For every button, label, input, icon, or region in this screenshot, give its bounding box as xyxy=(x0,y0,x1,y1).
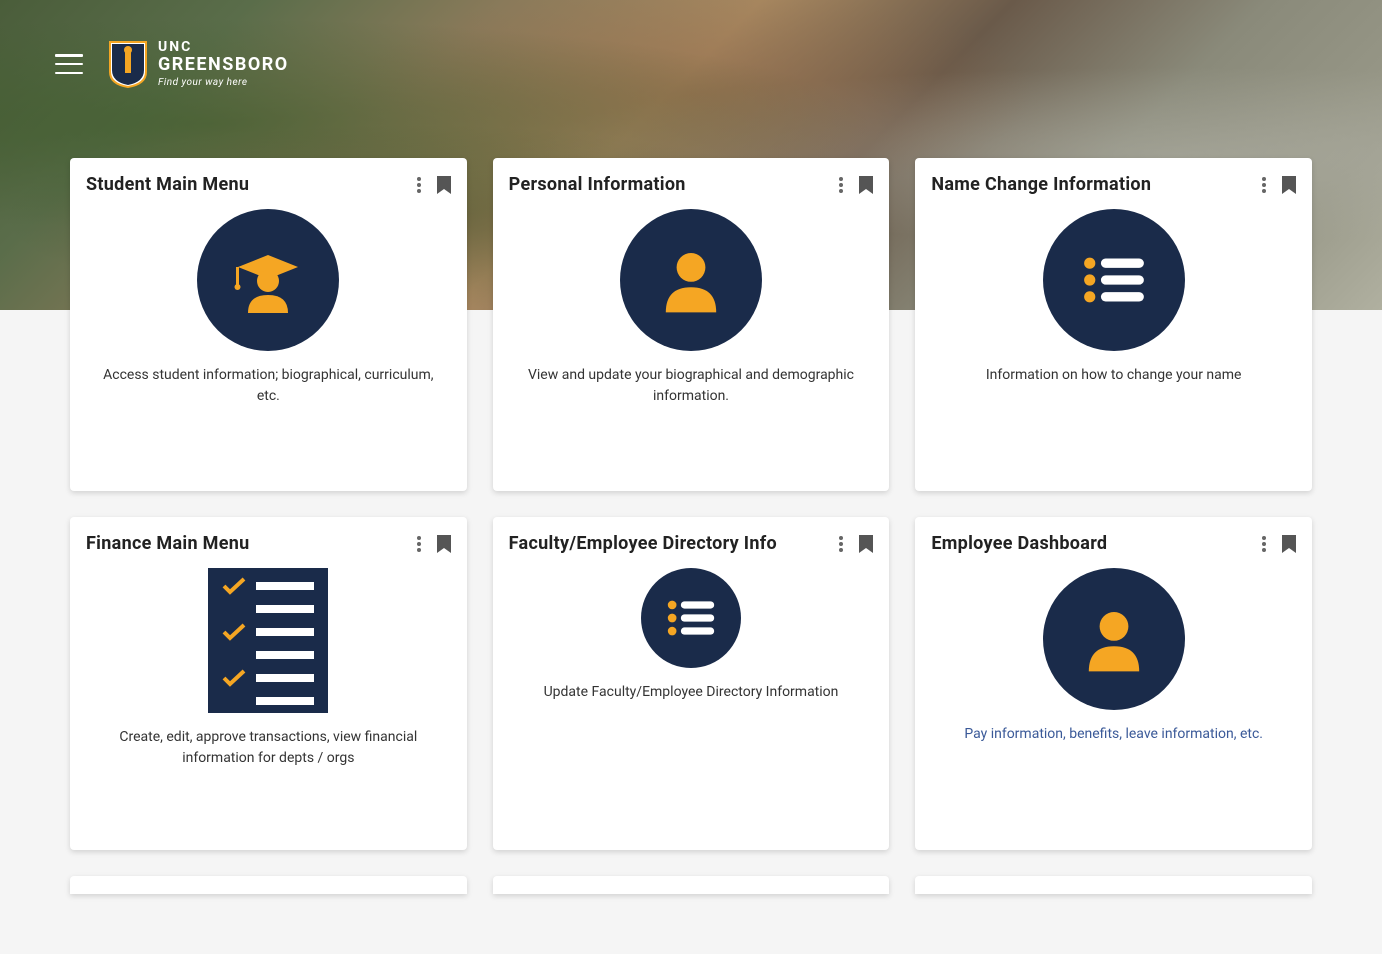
card-icon-wrap xyxy=(509,568,874,668)
bookmark-icon[interactable] xyxy=(859,535,873,553)
card-icon-wrap xyxy=(509,209,874,351)
card-description: Access student information; biographical… xyxy=(86,365,451,407)
card-header: Name Change Information xyxy=(931,174,1296,195)
hamburger-menu-icon[interactable] xyxy=(55,54,83,74)
graduate-icon xyxy=(197,209,339,351)
card-title: Finance Main Menu xyxy=(86,533,250,554)
more-options-icon[interactable] xyxy=(1262,536,1266,552)
card-title: Name Change Information xyxy=(931,174,1151,195)
card-header: Employee Dashboard xyxy=(931,533,1296,554)
card-header: Finance Main Menu xyxy=(86,533,451,554)
logo-line2: GREENSBORO xyxy=(158,55,289,75)
card-description: View and update your biographical and de… xyxy=(509,365,874,407)
partial-cards-row xyxy=(0,876,1382,894)
more-options-icon[interactable] xyxy=(417,536,421,552)
bookmark-icon[interactable] xyxy=(437,535,451,553)
bookmark-icon[interactable] xyxy=(859,176,873,194)
card-title: Student Main Menu xyxy=(86,174,249,195)
logo-line1: UNC xyxy=(158,40,289,55)
more-options-icon[interactable] xyxy=(839,177,843,193)
card-description: Update Faculty/Employee Directory Inform… xyxy=(509,682,874,703)
partial-card[interactable] xyxy=(70,876,467,894)
card-header: Faculty/Employee Directory Info xyxy=(509,533,874,554)
bookmark-icon[interactable] xyxy=(1282,176,1296,194)
card-employee-dashboard[interactable]: Employee Dashboard Pay information, bene… xyxy=(915,517,1312,850)
card-finance-main-menu[interactable]: Finance Main Menu xyxy=(70,517,467,850)
more-options-icon[interactable] xyxy=(1262,177,1266,193)
card-student-main-menu[interactable]: Student Main Menu Access student informa… xyxy=(70,158,467,491)
more-options-icon[interactable] xyxy=(417,177,421,193)
card-header: Student Main Menu xyxy=(86,174,451,195)
logo-text: UNC GREENSBORO Find your way here xyxy=(158,40,289,88)
card-name-change-information[interactable]: Name Change Information Informa xyxy=(915,158,1312,491)
card-title: Faculty/Employee Directory Info xyxy=(509,533,777,554)
card-actions xyxy=(839,176,873,194)
card-personal-information[interactable]: Personal Information View and update you… xyxy=(493,158,890,491)
card-actions xyxy=(1262,535,1296,553)
card-actions xyxy=(1262,176,1296,194)
card-faculty-employee-directory[interactable]: Faculty/Employee Directory Info xyxy=(493,517,890,850)
list-icon xyxy=(641,568,741,668)
list-icon xyxy=(1043,209,1185,351)
bookmark-icon[interactable] xyxy=(1282,535,1296,553)
card-header: Personal Information xyxy=(509,174,874,195)
cards-grid: Student Main Menu Access student informa… xyxy=(0,88,1382,850)
header: UNC GREENSBORO Find your way here xyxy=(0,0,1382,88)
card-icon-wrap xyxy=(931,209,1296,351)
logo-tagline: Find your way here xyxy=(158,77,289,88)
person-icon xyxy=(1043,568,1185,710)
card-description: Create, edit, approve transactions, view… xyxy=(86,727,451,769)
more-options-icon[interactable] xyxy=(839,536,843,552)
card-title: Personal Information xyxy=(509,174,686,195)
card-icon-wrap xyxy=(931,568,1296,710)
logo[interactable]: UNC GREENSBORO Find your way here xyxy=(108,40,289,88)
card-icon-wrap xyxy=(86,568,451,713)
person-icon xyxy=(620,209,762,351)
card-actions xyxy=(417,535,451,553)
partial-card[interactable] xyxy=(493,876,890,894)
card-icon-wrap xyxy=(86,209,451,351)
bookmark-icon[interactable] xyxy=(437,176,451,194)
card-description: Information on how to change your name xyxy=(931,365,1296,386)
logo-shield-icon xyxy=(108,40,148,88)
partial-card[interactable] xyxy=(915,876,1312,894)
card-actions xyxy=(417,176,451,194)
card-title: Employee Dashboard xyxy=(931,533,1107,554)
card-actions xyxy=(839,535,873,553)
card-description: Pay information, benefits, leave informa… xyxy=(931,724,1296,745)
checklist-icon xyxy=(208,568,328,713)
